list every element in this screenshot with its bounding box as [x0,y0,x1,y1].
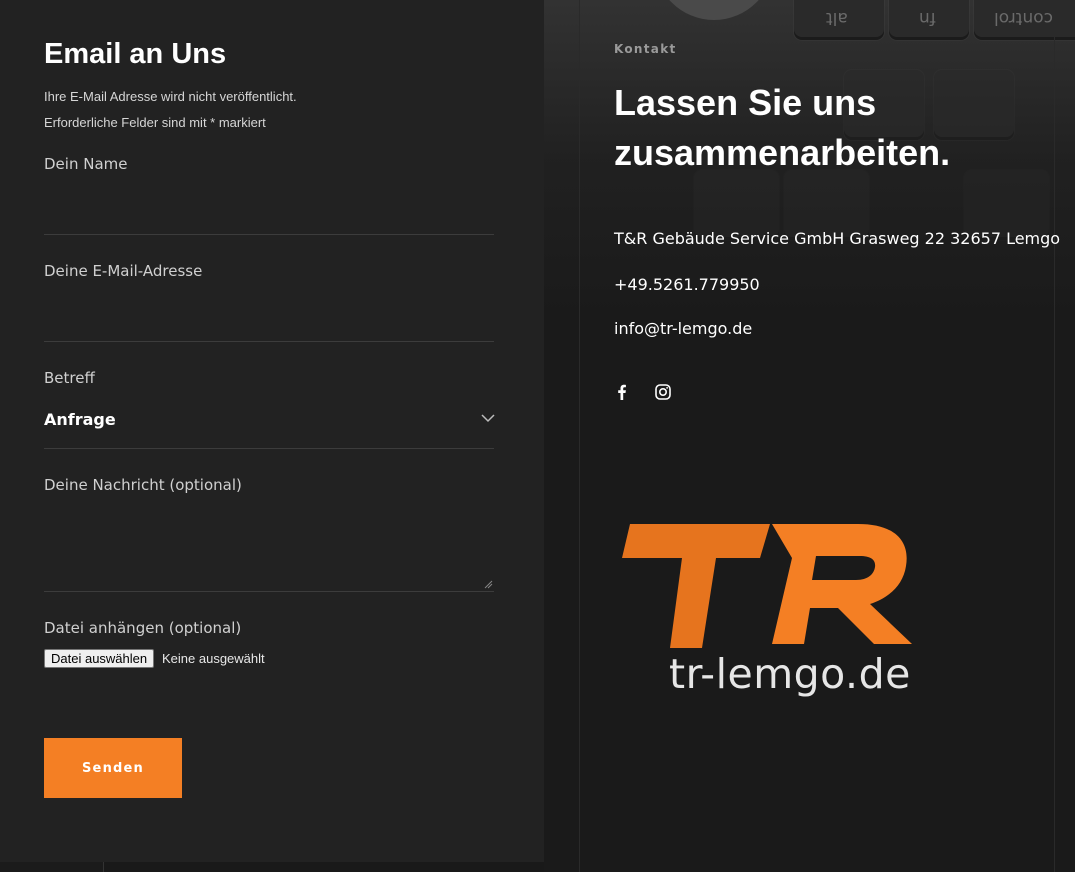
privacy-note: Ihre E-Mail Adresse wird nicht veröffent… [44,89,297,104]
email-link[interactable]: info@tr-lemgo.de [614,319,752,338]
subject-label: Betreff [44,369,95,387]
email-label: Deine E-Mail-Adresse [44,262,203,280]
file-status-text: Keine ausgewählt [162,651,265,666]
contact-form-panel: Email an Uns Ihre E-Mail Adresse wird ni… [0,0,544,862]
section-kicker: Kontakt [614,42,677,56]
name-label: Dein Name [44,155,128,173]
message-label: Deine Nachricht (optional) [44,476,242,494]
key-control: control [974,0,1075,40]
message-textarea[interactable] [44,505,498,595]
name-underline [44,234,494,235]
subject-underline [44,448,494,449]
facebook-icon[interactable] [613,383,631,401]
key-alt-label: alt [826,8,848,28]
email-input[interactable] [44,299,494,335]
choose-file-button[interactable]: Datei auswählen [44,649,155,668]
divider-line-right [1054,0,1055,872]
logo-domain-text: tr-lemgo.de [669,650,911,698]
key-control-label: control [994,8,1053,28]
submit-button[interactable]: Senden [44,738,182,798]
key-fn: fn [889,0,969,40]
page: alt fn control Email an Uns Ihre E-Mail … [0,0,1075,872]
phone-link[interactable]: +49.5261.779950 [614,275,760,294]
key-fn-label: fn [919,8,936,28]
company-address: T&R Gebäude Service GmbH Grasweg 22 3265… [614,229,1061,248]
email-underline [44,341,494,342]
form-title: Email an Uns [44,38,227,70]
divider-line-left [579,0,580,872]
message-underline [44,591,494,592]
chevron-down-icon [481,414,495,423]
instagram-icon[interactable] [654,383,672,401]
key-alt: alt [794,0,884,40]
attachment-label: Datei anhängen (optional) [44,619,242,637]
bottom-strip [0,862,104,872]
name-input[interactable] [44,192,494,228]
required-note: Erforderliche Felder sind mit * markiert [44,115,266,130]
resize-grip-icon[interactable] [484,580,493,589]
subject-selected-value: Anfrage [44,410,116,429]
contact-heading: Lassen Sie uns zusammenarbeiten. [614,82,951,173]
